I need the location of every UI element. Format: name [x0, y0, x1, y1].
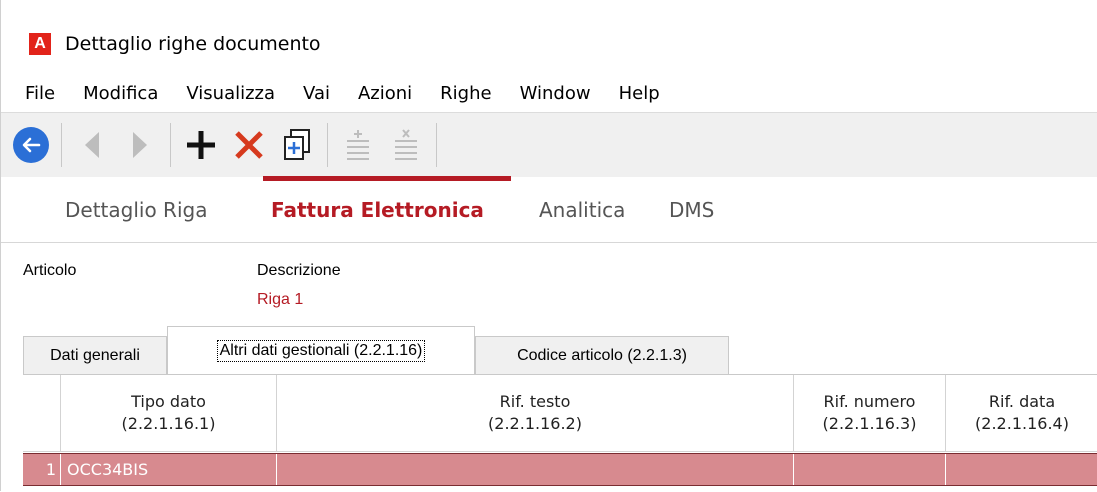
column-title: Tipo dato — [131, 392, 206, 411]
cell-rif-numero[interactable] — [794, 454, 946, 485]
column-title: Rif. testo — [499, 392, 571, 411]
delete-icon — [235, 131, 263, 159]
subtab-label: Dati generali — [50, 346, 140, 364]
column-header-tipo-dato[interactable]: Tipo dato (2.2.1.16.1) — [61, 375, 277, 451]
column-code: (2.2.1.16.2) — [488, 414, 582, 433]
table-row[interactable]: 1 OCC34BIS — [23, 453, 1097, 486]
column-code: (2.2.1.16.3) — [822, 414, 917, 433]
menu-bar: File Modifica Visualizza Vai Azioni Righ… — [1, 74, 1097, 112]
tab-analitica[interactable]: Analitica — [539, 198, 625, 222]
insert-row-button[interactable] — [334, 117, 382, 173]
toolbar-separator — [61, 123, 62, 167]
window-title: Dettaglio righe documento — [65, 33, 321, 55]
subtab-label: Altri dati gestionali (2.2.1.16) — [216, 339, 426, 362]
title-bar: A Dettaglio righe documento — [1, 14, 1097, 74]
menu-azioni[interactable]: Azioni — [344, 83, 426, 104]
back-icon — [13, 127, 49, 163]
menu-vai[interactable]: Vai — [289, 83, 344, 104]
toolbar-separator — [436, 123, 437, 167]
grid-header: Tipo dato (2.2.1.16.1) Rif. testo (2.2.1… — [23, 375, 1097, 452]
menu-window[interactable]: Window — [506, 83, 605, 104]
column-header-rif-numero[interactable]: Rif. numero (2.2.1.16.3) — [794, 375, 946, 451]
delete-row-button[interactable] — [382, 117, 430, 173]
main-tabs: Dettaglio Riga Fattura Elettronica Anali… — [1, 176, 1097, 243]
delete-button[interactable] — [225, 117, 273, 173]
menu-righe[interactable]: Righe — [426, 83, 505, 104]
toolbar-separator — [170, 123, 171, 167]
subtab-altri-dati-gestionali[interactable]: Altri dati gestionali (2.2.1.16) — [167, 326, 475, 374]
cell-rif-testo[interactable] — [277, 454, 794, 485]
descrizione-label: Descrizione — [257, 262, 341, 279]
cell-tipo-dato[interactable]: OCC34BIS — [61, 454, 277, 485]
subtab-dati-generali[interactable]: Dati generali — [23, 336, 167, 374]
tab-dettaglio-riga[interactable]: Dettaglio Riga — [65, 198, 207, 222]
sub-tabs: Dati generali Altri dati gestionali (2.2… — [23, 326, 1097, 374]
subtab-label: Codice articolo (2.2.1.3) — [517, 346, 687, 364]
toolbar-separator — [327, 123, 328, 167]
next-button[interactable] — [116, 117, 164, 173]
column-title: Rif. numero — [823, 392, 916, 411]
data-grid: Tipo dato (2.2.1.16.1) Rif. testo (2.2.1… — [23, 374, 1097, 492]
row-number: 1 — [23, 454, 61, 485]
row-number-header — [23, 375, 61, 451]
column-header-rif-data[interactable]: Rif. data (2.2.1.16.4) — [946, 375, 1097, 451]
toolbar — [1, 112, 1097, 177]
column-title: Rif. data — [988, 392, 1056, 411]
app-logo-icon: A — [29, 33, 51, 55]
descrizione-value: Riga 1 — [257, 291, 304, 308]
column-code: (2.2.1.16.4) — [975, 414, 1069, 433]
add-icon — [187, 131, 215, 159]
next-icon — [133, 132, 147, 158]
duplicate-button[interactable] — [273, 117, 321, 173]
tab-dms[interactable]: DMS — [669, 198, 714, 222]
previous-button[interactable] — [68, 117, 116, 173]
duplicate-icon — [284, 129, 310, 160]
column-header-rif-testo[interactable]: Rif. testo (2.2.1.16.2) — [277, 375, 794, 451]
tab-fattura-elettronica[interactable]: Fattura Elettronica — [271, 198, 484, 222]
menu-modifica[interactable]: Modifica — [69, 83, 172, 104]
previous-icon — [85, 132, 99, 158]
active-tab-indicator — [263, 176, 511, 181]
add-button[interactable] — [177, 117, 225, 173]
menu-help[interactable]: Help — [605, 83, 674, 104]
menu-file[interactable]: File — [1, 83, 69, 104]
cell-rif-data[interactable] — [946, 454, 1097, 485]
delete-row-icon — [395, 129, 417, 160]
insert-row-icon — [347, 130, 369, 160]
document-lines-window: A Dettaglio righe documento File Modific… — [0, 0, 1097, 491]
subtab-codice-articolo[interactable]: Codice articolo (2.2.1.3) — [475, 336, 729, 374]
articolo-label: Articolo — [23, 262, 77, 279]
menu-visualizza[interactable]: Visualizza — [172, 83, 289, 104]
column-code: (2.2.1.16.1) — [121, 414, 216, 433]
back-button[interactable] — [7, 117, 55, 173]
